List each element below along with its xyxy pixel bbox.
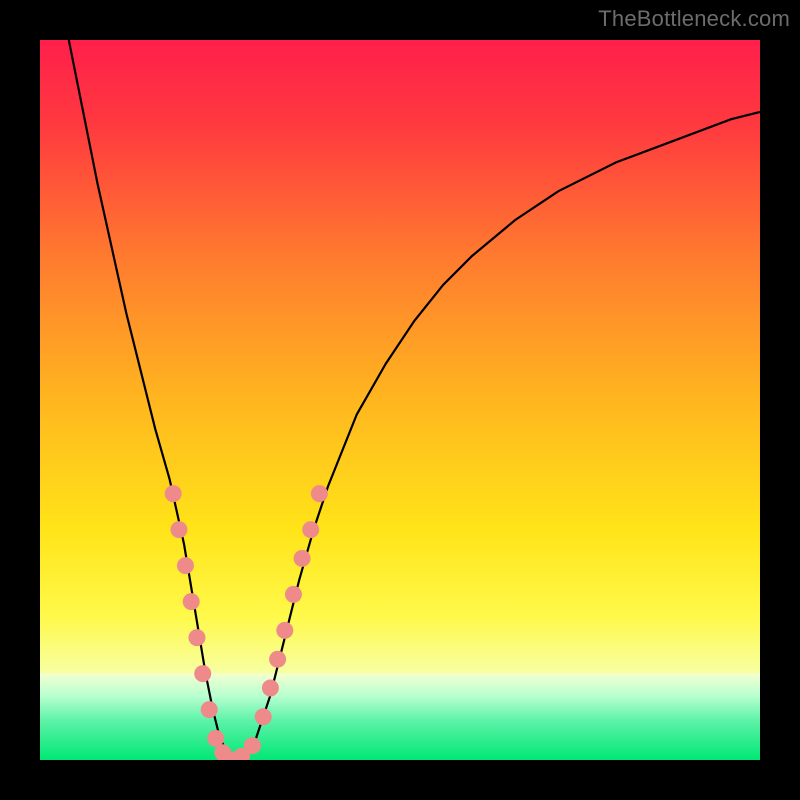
highlight-dot	[294, 550, 311, 567]
highlight-dots	[165, 485, 328, 760]
watermark-text: TheBottleneck.com	[598, 6, 790, 32]
chart-frame: TheBottleneck.com	[0, 0, 800, 800]
highlight-dot	[302, 521, 319, 538]
highlight-dot	[165, 485, 182, 502]
highlight-dot	[201, 701, 218, 718]
highlight-dot	[269, 651, 286, 668]
highlight-dot	[207, 730, 224, 747]
highlight-dot	[285, 586, 302, 603]
highlight-dot	[183, 593, 200, 610]
highlight-dot	[311, 485, 328, 502]
highlight-dot	[262, 680, 279, 697]
highlight-dot	[244, 737, 261, 754]
highlight-dot	[194, 665, 211, 682]
curve-layer	[40, 40, 760, 760]
plot-area	[40, 40, 760, 760]
highlight-dot	[276, 622, 293, 639]
highlight-dot	[170, 521, 187, 538]
highlight-dot	[255, 708, 272, 725]
highlight-dot	[177, 557, 194, 574]
highlight-dot	[188, 629, 205, 646]
bottleneck-curve	[69, 40, 760, 760]
